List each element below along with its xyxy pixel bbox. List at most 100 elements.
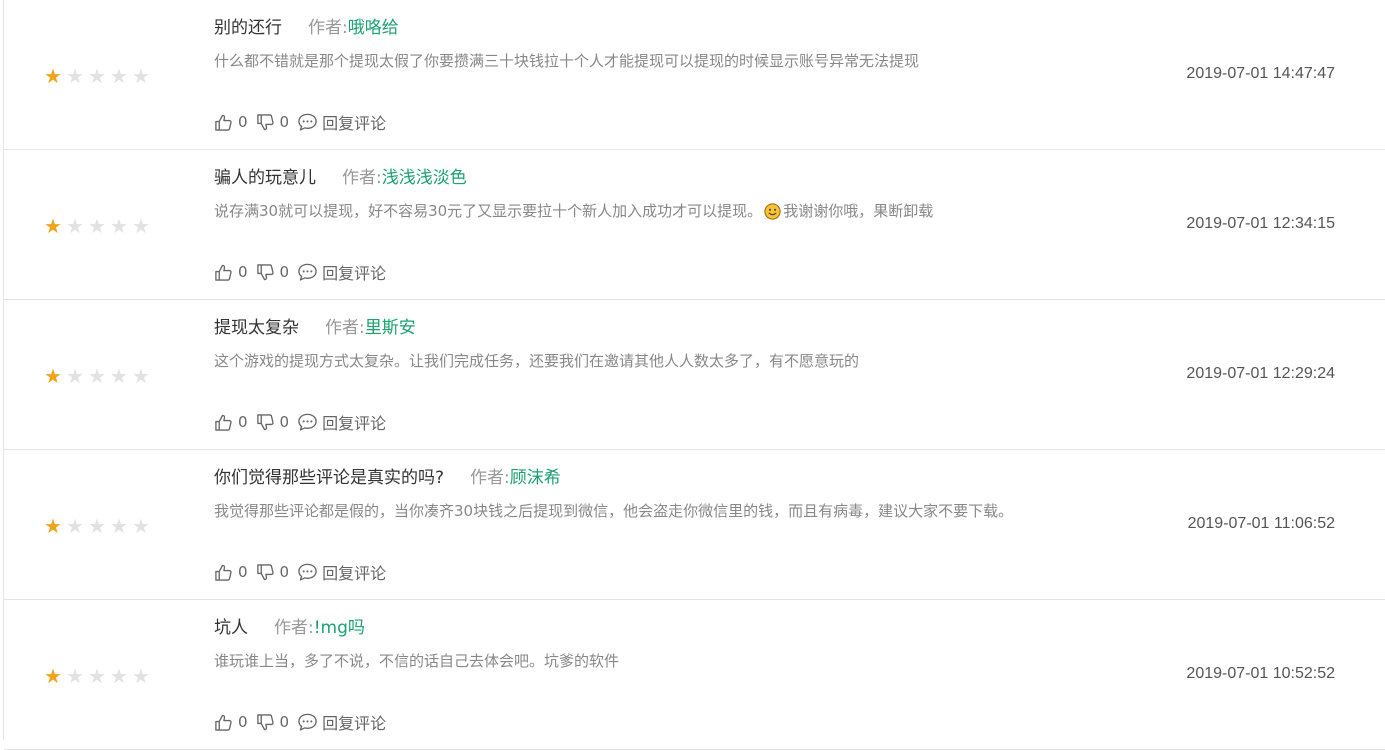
thumbs-down-icon: [256, 113, 274, 130]
like-count: 0: [238, 413, 248, 431]
review-title: 坑人: [214, 617, 248, 638]
dislike-count: 0: [279, 713, 290, 731]
star-icon: ★: [66, 214, 84, 238]
review-item: ★ ★ ★ ★ ★ 你们觉得那些评论是真实的吗? 作者: 顾沫希 我觉得那些评论…: [4, 450, 1385, 600]
comment-icon: [298, 413, 317, 431]
comment-icon: [298, 263, 317, 281]
review-content: 什么都不错就是那个提现太假了你要攒满三十块钱拉十个人才能提现可以提现的时候显示账…: [214, 50, 919, 72]
review-date: 2019-07-01 10:52:52: [1186, 665, 1335, 682]
review-item: ★ ★ ★ ★ ★ 骗人的玩意儿 作者: 浅浅浅淡色 说存满30就可以提现，好不…: [4, 150, 1385, 300]
review-text: 谁玩谁上当，多了不说，不信的话自己去体会吧。坑爹的软件: [214, 652, 620, 670]
review-actions: 0 0 回复评论: [214, 710, 394, 734]
dislike-button[interactable]: 0: [256, 413, 289, 432]
star-icon: ★: [132, 364, 150, 388]
reply-label: 回复评论: [322, 714, 387, 733]
review-text: 什么都不错就是那个提现太假了你要攒满三十块钱拉十个人才能提现可以提现的时候显示账…: [214, 52, 920, 70]
star-icon: ★: [44, 64, 62, 88]
dislike-button[interactable]: 0: [256, 713, 290, 732]
review-header: 你们觉得那些评论是真实的吗? 作者: 顾沫希: [214, 462, 561, 488]
star-icon: ★: [44, 664, 62, 688]
like-button[interactable]: 0: [214, 713, 248, 732]
like-button[interactable]: 0: [214, 563, 248, 582]
reply-button[interactable]: 回复评论: [297, 710, 386, 734]
review-text-after-emoji: 我谢谢你哦，果断卸载: [783, 202, 934, 220]
star-rating: ★ ★ ★ ★ ★: [42, 514, 152, 538]
comment-icon: [298, 113, 317, 131]
author-name[interactable]: 浅浅浅淡色: [382, 163, 467, 188]
comment-icon: [298, 713, 317, 731]
dislike-button[interactable]: 0: [256, 113, 290, 132]
review-item: ★ ★ ★ ★ ★ 坑人 作者: !mg吗 谁玩谁上当，多了不说，不信的话自己去…: [4, 600, 1385, 750]
star-icon: ★: [110, 64, 128, 88]
thumbs-up-icon: [215, 114, 232, 131]
review-header: 别的还行 作者: 哦咯给: [214, 12, 399, 38]
slightly-smiling-face-icon: [764, 202, 781, 220]
reply-button[interactable]: 回复评论: [297, 110, 386, 134]
star-icon: ★: [88, 64, 106, 88]
review-date: 2019-07-01 12:34:15: [1186, 215, 1335, 232]
author-label: 作者:: [274, 617, 314, 638]
star-icon: ★: [110, 664, 128, 688]
star-rating: ★ ★ ★ ★ ★: [42, 214, 152, 238]
review-content: 这个游戏的提现方式太复杂。让我们完成任务，还要我们在邀请其他人人数太多了，有不愿…: [214, 350, 859, 372]
review-title: 提现太复杂: [214, 317, 299, 338]
review-list: ★ ★ ★ ★ ★ 别的还行 作者: 哦咯给 什么都不错就是那个提现太假了你要攒…: [0, 0, 1385, 750]
review-header: 提现太复杂 作者: 里斯安: [214, 312, 416, 338]
review-title: 别的还行: [214, 17, 282, 38]
author-label: 作者:: [470, 467, 510, 488]
star-icon: ★: [110, 214, 128, 238]
author-name[interactable]: !mg吗: [314, 613, 365, 638]
review-content: 谁玩谁上当，多了不说，不信的话自己去体会吧。坑爹的软件: [214, 650, 619, 672]
review-header: 坑人 作者: !mg吗: [214, 612, 365, 638]
star-icon: ★: [132, 214, 150, 238]
review-item: ★ ★ ★ ★ ★ 别的还行 作者: 哦咯给 什么都不错就是那个提现太假了你要攒…: [4, 0, 1385, 150]
review-date: 2019-07-01 11:06:52: [1187, 515, 1335, 532]
star-rating: ★ ★ ★ ★ ★: [42, 364, 152, 388]
review-date: 2019-07-01 14:47:47: [1186, 65, 1335, 82]
like-count: 0: [238, 563, 248, 581]
dislike-button[interactable]: 0: [256, 563, 290, 582]
reply-label: 回复评论: [322, 564, 387, 583]
thumbs-up-icon: [215, 264, 232, 281]
review-actions: 0 0 回复评论: [214, 410, 394, 434]
review-title: 你们觉得那些评论是真实的吗?: [214, 467, 445, 488]
like-count: 0: [238, 713, 248, 731]
star-icon: ★: [88, 664, 106, 688]
star-icon: ★: [66, 664, 84, 688]
author-label: 作者:: [342, 167, 382, 188]
star-icon: ★: [44, 514, 62, 538]
like-button[interactable]: 0: [214, 263, 248, 282]
star-icon: ★: [66, 364, 84, 388]
author-name[interactable]: 里斯安: [365, 313, 416, 338]
star-icon: ★: [66, 514, 84, 538]
review-text: 说存满30就可以提现，好不容易30元了又显示要拉十个新人加入成功才可以提现。: [214, 202, 763, 220]
thumbs-down-icon: [256, 713, 274, 730]
author-label: 作者:: [308, 17, 348, 38]
author-name[interactable]: 顾沫希: [510, 463, 561, 488]
review-actions: 0 0 回复评论: [214, 260, 394, 284]
like-count: 0: [238, 263, 248, 281]
reply-button[interactable]: 回复评论: [297, 260, 386, 284]
like-button[interactable]: 0: [214, 413, 248, 432]
thumbs-down-icon: [256, 563, 274, 580]
review-actions: 0 0 回复评论: [214, 560, 394, 584]
reply-label: 回复评论: [322, 264, 387, 283]
star-icon: ★: [44, 364, 62, 388]
dislike-button[interactable]: 0: [256, 263, 290, 282]
review-title: 骗人的玩意儿: [214, 167, 316, 188]
review-date: 2019-07-01 12:29:24: [1186, 365, 1335, 382]
reply-button[interactable]: 回复评论: [297, 410, 386, 434]
like-button[interactable]: 0: [214, 113, 248, 132]
dislike-count: 0: [279, 263, 290, 281]
reply-button[interactable]: 回复评论: [297, 560, 386, 584]
dislike-count: 0: [279, 113, 290, 131]
author-name[interactable]: 哦咯给: [348, 13, 399, 38]
star-rating: ★ ★ ★ ★ ★: [42, 664, 152, 688]
dislike-count: 0: [279, 563, 290, 581]
star-icon: ★: [132, 664, 150, 688]
review-content: 我觉得那些评论都是假的，当你凑齐30块钱之后提现到微信，他会盗走你微信里的钱，而…: [214, 500, 1013, 522]
star-icon: ★: [88, 364, 106, 388]
star-rating: ★ ★ ★ ★ ★: [42, 64, 152, 88]
star-icon: ★: [44, 214, 62, 238]
thumbs-down-icon: [256, 263, 274, 280]
